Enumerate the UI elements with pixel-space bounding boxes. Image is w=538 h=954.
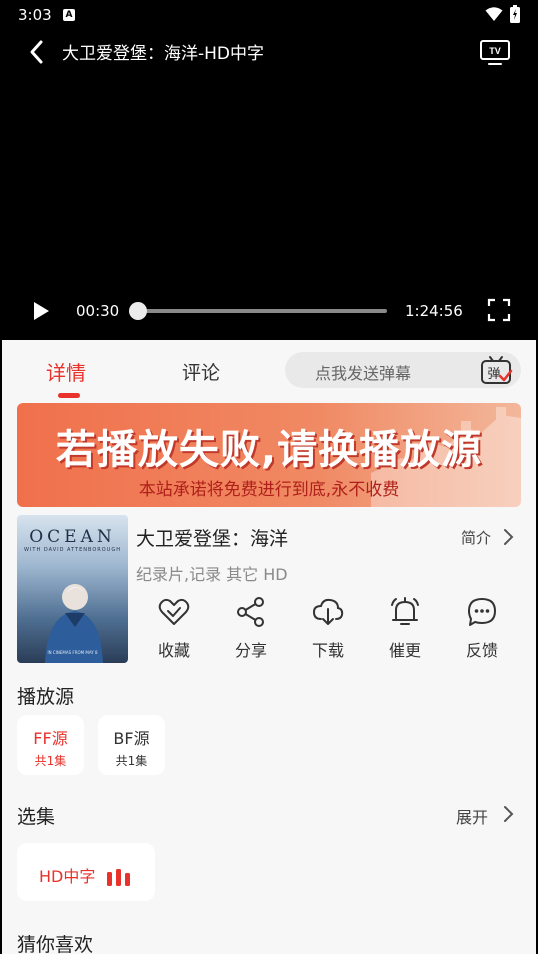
play-icon[interactable] <box>30 300 52 322</box>
detail-panel: 详情 评论 点我发送弹幕 弹 若播放失败,请换播放源 本站承诺将免费进行到底,永… <box>2 340 536 954</box>
status-time: 3:03 <box>18 6 52 24</box>
source-name: BF源 <box>113 729 150 748</box>
status-bar: 3:03 A <box>0 0 538 32</box>
chat-bubble-icon <box>468 598 496 626</box>
poster-footer: IN CINEMAS FROM MAY 8 <box>47 650 98 655</box>
poster-subtitle: WITH DAVID ATTENBOROUGH <box>24 547 121 553</box>
banner-subtext: 本站承诺将免费进行到底,永不收费 <box>138 480 400 500</box>
source-count: 共1集 <box>34 754 67 768</box>
movie-poster[interactable]: OCEAN WITH DAVID ATTENBOROUGH IN CINEMAS… <box>17 515 128 663</box>
banner-headline: 若播放失败,请换播放源 <box>55 427 483 473</box>
tv-cast-icon[interactable]: TV <box>479 38 511 66</box>
action-label: 分享 <box>234 641 267 660</box>
back-arrow-icon[interactable] <box>24 38 52 66</box>
fullscreen-icon[interactable] <box>487 298 511 322</box>
svg-text:TV: TV <box>489 46 501 56</box>
chevron-right-icon[interactable] <box>502 805 514 823</box>
chevron-right-icon[interactable] <box>502 528 514 546</box>
movie-meta: 纪录片,记录 其它 HD <box>136 565 288 584</box>
progress-knob[interactable] <box>128 302 147 320</box>
collect-button[interactable]: 收藏 <box>144 596 204 662</box>
episode-label: HD中字 <box>39 867 96 886</box>
cloud-download-icon <box>312 598 344 625</box>
tab-detail[interactable]: 详情 <box>46 357 86 386</box>
episode-item[interactable]: HD中字 <box>17 843 155 901</box>
wifi-icon <box>485 7 503 21</box>
action-label: 催更 <box>388 641 421 660</box>
share-icon <box>237 597 264 627</box>
share-button[interactable]: 分享 <box>221 596 281 662</box>
action-label: 反馈 <box>465 641 498 660</box>
source-name: FF源 <box>33 729 68 748</box>
action-label: 下载 <box>311 641 344 660</box>
battery-icon <box>510 5 520 23</box>
source-bf[interactable]: BF源 共1集 <box>98 715 165 775</box>
progress-track[interactable] <box>136 309 387 313</box>
bell-icon <box>391 597 419 625</box>
danmaku-input[interactable]: 点我发送弹幕 弹 <box>285 352 521 388</box>
episodes-section-title: 选集 <box>17 806 56 828</box>
expand-link[interactable]: 展开 <box>456 804 488 828</box>
notice-banner: 若播放失败,请换播放源 本站承诺将免费进行到底,永不收费 <box>17 403 521 507</box>
video-player[interactable]: 3:03 A 大卫爱登堡：海洋-HD中字 TV 00:30 1:24:56 <box>0 0 538 340</box>
intro-link[interactable]: 简介 <box>461 527 491 548</box>
current-time: 00:30 <box>76 302 120 320</box>
notification-icon: A <box>63 9 75 21</box>
danmaku-icon-label: 弹 <box>487 367 500 382</box>
heart-check-icon <box>158 598 190 625</box>
poster-title: OCEAN <box>29 527 116 547</box>
feedback-button[interactable]: 反馈 <box>452 596 512 662</box>
video-title: 大卫爱登堡：海洋-HD中字 <box>62 44 265 64</box>
source-count: 共1集 <box>115 754 148 768</box>
tab-bar: 详情 评论 点我发送弹幕 弹 <box>2 340 536 400</box>
action-label: 收藏 <box>157 641 190 660</box>
danmaku-placeholder: 点我发送弹幕 <box>315 364 412 383</box>
movie-name: 大卫爱登堡：海洋 <box>136 528 289 550</box>
danmaku-toggle-icon[interactable]: 弹 <box>479 354 513 386</box>
playing-bars-icon <box>107 869 130 886</box>
tab-comment[interactable]: 评论 <box>182 358 220 385</box>
recommend-section-title: 猜你喜欢 <box>17 934 94 954</box>
notification-letter: A <box>65 10 73 20</box>
download-button[interactable]: 下载 <box>298 596 358 662</box>
duration: 1:24:56 <box>405 302 463 320</box>
source-ff[interactable]: FF源 共1集 <box>17 715 84 775</box>
tab-indicator <box>58 393 80 398</box>
source-section-title: 播放源 <box>17 686 75 708</box>
remind-update-button[interactable]: 催更 <box>375 596 435 662</box>
